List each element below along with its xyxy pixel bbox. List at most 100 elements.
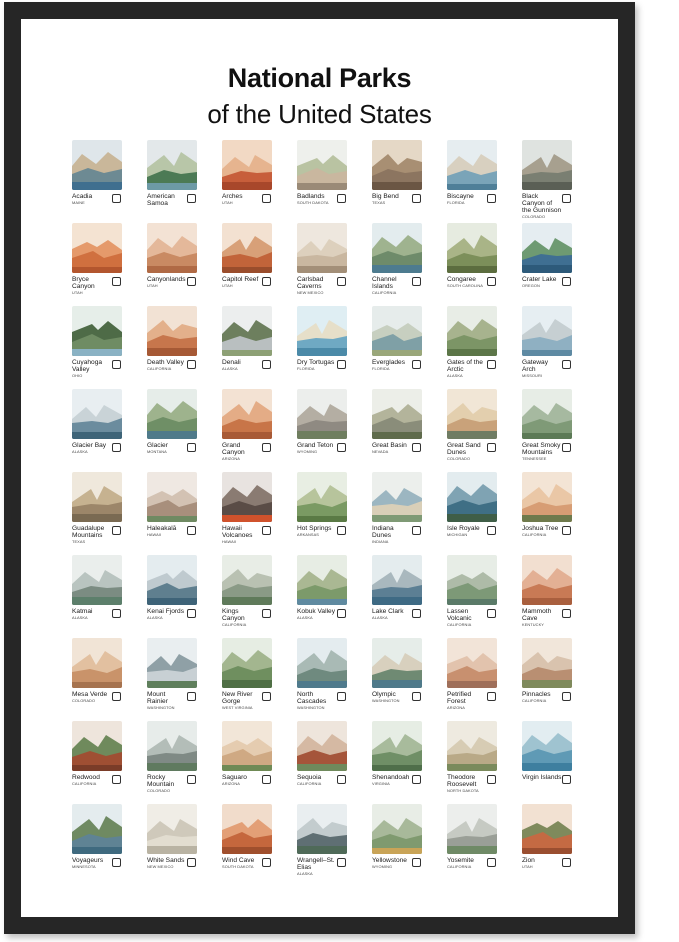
visited-checkbox[interactable]	[337, 526, 346, 535]
visited-checkbox[interactable]	[412, 277, 421, 286]
visited-checkbox[interactable]	[412, 858, 421, 867]
visited-checkbox[interactable]	[262, 775, 271, 784]
park-illustration	[147, 140, 197, 190]
park-name: Death Valley CALIFORNIA	[147, 359, 187, 371]
park-illustration	[372, 140, 422, 190]
visited-checkbox[interactable]	[337, 775, 346, 784]
visited-checkbox[interactable]	[487, 526, 496, 535]
visited-checkbox[interactable]	[412, 609, 421, 618]
visited-checkbox[interactable]	[412, 692, 421, 701]
visited-checkbox[interactable]	[562, 194, 571, 203]
visited-checkbox[interactable]	[487, 609, 496, 618]
visited-checkbox[interactable]	[187, 858, 196, 867]
visited-checkbox[interactable]	[112, 194, 121, 203]
visited-checkbox[interactable]	[412, 194, 421, 203]
visited-checkbox[interactable]	[262, 526, 271, 535]
park-card: Rocky Mountain COLORADO	[147, 721, 215, 793]
visited-checkbox[interactable]	[262, 277, 271, 286]
visited-checkbox[interactable]	[112, 692, 121, 701]
visited-checkbox[interactable]	[262, 443, 271, 452]
park-card: Haleakalā HAWAII	[147, 472, 215, 544]
park-name-text: Grand Teton	[297, 442, 334, 449]
park-name: Mesa Verde COLORADO	[72, 691, 112, 703]
visited-checkbox[interactable]	[412, 443, 421, 452]
park-state: ARKANSAS	[297, 532, 319, 537]
visited-checkbox[interactable]	[562, 858, 571, 867]
visited-checkbox[interactable]	[262, 858, 271, 867]
visited-checkbox[interactable]	[487, 277, 496, 286]
park-illustration	[447, 555, 497, 605]
visited-checkbox[interactable]	[412, 775, 421, 784]
visited-checkbox[interactable]	[562, 443, 571, 452]
visited-checkbox[interactable]	[337, 858, 346, 867]
visited-checkbox[interactable]	[337, 443, 346, 452]
park-name: Guadalupe Mountains TEXAS	[72, 525, 112, 544]
visited-checkbox[interactable]	[112, 858, 121, 867]
visited-checkbox[interactable]	[112, 609, 121, 618]
visited-checkbox[interactable]	[112, 526, 121, 535]
park-card: Katmai ALASKA	[72, 555, 140, 627]
visited-checkbox[interactable]	[187, 194, 196, 203]
visited-checkbox[interactable]	[337, 277, 346, 286]
visited-checkbox[interactable]	[487, 443, 496, 452]
park-illustration	[522, 140, 572, 190]
visited-checkbox[interactable]	[262, 692, 271, 701]
park-state: HAWAII	[147, 532, 162, 537]
visited-checkbox[interactable]	[187, 609, 196, 618]
park-state: CALIFORNIA	[372, 290, 397, 295]
park-state: CALIFORNIA	[222, 622, 247, 627]
visited-checkbox[interactable]	[562, 692, 571, 701]
visited-checkbox[interactable]	[337, 194, 346, 203]
visited-checkbox[interactable]	[562, 526, 571, 535]
park-name: Crater Lake OREGON	[522, 276, 562, 288]
park-card: Kings Canyon CALIFORNIA	[222, 555, 290, 627]
park-name-text: Bryce Canyon	[72, 276, 95, 290]
visited-checkbox[interactable]	[337, 360, 346, 369]
visited-checkbox[interactable]	[262, 194, 271, 203]
visited-checkbox[interactable]	[562, 775, 571, 784]
visited-checkbox[interactable]	[187, 775, 196, 784]
park-name: Kings Canyon CALIFORNIA	[222, 608, 262, 627]
visited-checkbox[interactable]	[112, 277, 121, 286]
visited-checkbox[interactable]	[412, 360, 421, 369]
visited-checkbox[interactable]	[487, 360, 496, 369]
visited-checkbox[interactable]	[262, 609, 271, 618]
park-card: Zion UTAH	[522, 804, 590, 876]
park-card: Great Sand Dunes COLORADO	[447, 389, 515, 461]
visited-checkbox[interactable]	[337, 609, 346, 618]
visited-checkbox[interactable]	[112, 360, 121, 369]
park-illustration	[297, 223, 347, 273]
visited-checkbox[interactable]	[487, 775, 496, 784]
park-state: FLORIDA	[447, 200, 465, 205]
visited-checkbox[interactable]	[412, 526, 421, 535]
park-card: Cuyahoga Valley OHIO	[72, 306, 140, 378]
visited-checkbox[interactable]	[187, 277, 196, 286]
visited-checkbox[interactable]	[562, 277, 571, 286]
park-name-text: Glacier Bay	[72, 442, 107, 449]
park-state: WASHINGTON	[297, 705, 325, 710]
park-name: Great Smoky Mountains TENNESSEE	[522, 442, 562, 461]
visited-checkbox[interactable]	[562, 360, 571, 369]
visited-checkbox[interactable]	[187, 360, 196, 369]
park-state: ALASKA	[222, 366, 238, 371]
visited-checkbox[interactable]	[187, 443, 196, 452]
park-card: Canyonlands UTAH	[147, 223, 215, 295]
visited-checkbox[interactable]	[337, 692, 346, 701]
poster-title: National Parks	[227, 63, 412, 93]
park-illustration	[297, 721, 347, 771]
park-state: NEW MEXICO	[147, 864, 174, 869]
visited-checkbox[interactable]	[562, 609, 571, 618]
visited-checkbox[interactable]	[112, 775, 121, 784]
visited-checkbox[interactable]	[187, 526, 196, 535]
park-illustration	[147, 389, 197, 439]
visited-checkbox[interactable]	[112, 443, 121, 452]
park-name: Olympic WASHINGTON	[372, 691, 412, 703]
visited-checkbox[interactable]	[487, 194, 496, 203]
visited-checkbox[interactable]	[487, 858, 496, 867]
visited-checkbox[interactable]	[262, 360, 271, 369]
visited-checkbox[interactable]	[487, 692, 496, 701]
park-state: COLORADO	[522, 214, 546, 219]
visited-checkbox[interactable]	[187, 692, 196, 701]
park-card: Indiana Dunes INDIANA	[372, 472, 440, 544]
park-illustration	[447, 306, 497, 356]
